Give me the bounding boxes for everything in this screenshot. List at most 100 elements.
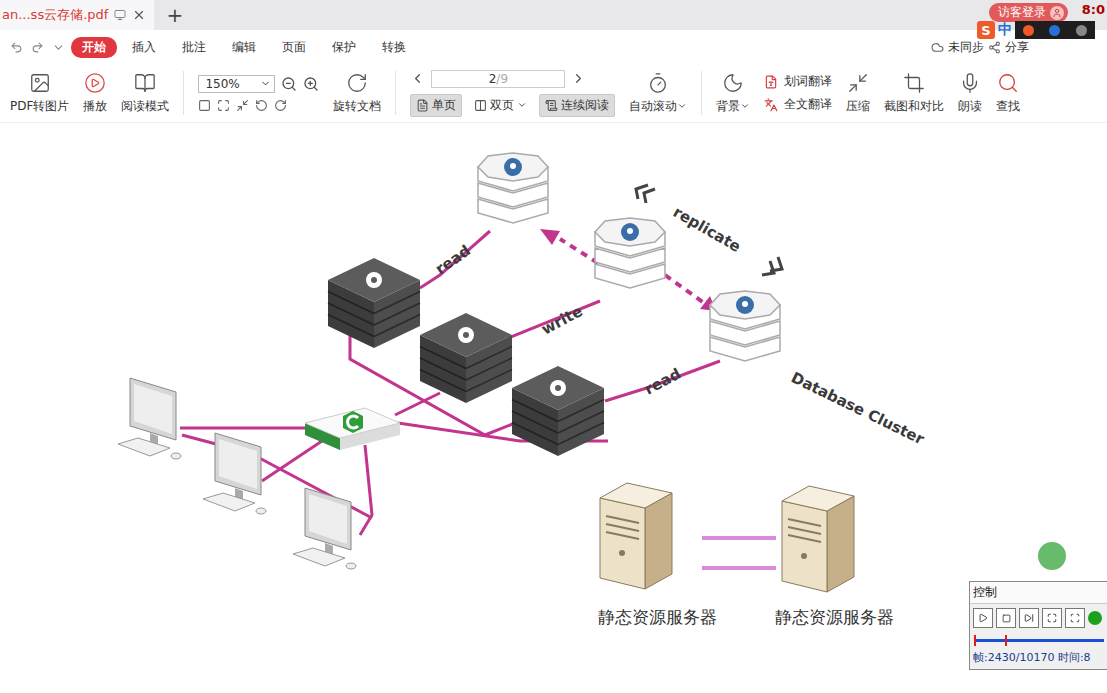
tool-button[interactable]: 朗读 (958, 72, 982, 115)
link-line (702, 536, 776, 540)
tool-icon (997, 72, 1019, 94)
ime-dot-icon (1023, 25, 1034, 36)
edge-label: replicate (670, 203, 744, 256)
moon-icon (722, 72, 744, 94)
new-tab-button[interactable]: + (154, 0, 195, 30)
translate-icon (764, 98, 778, 112)
share-icon (988, 41, 1001, 54)
player-control: 控制帧:2430/10170 时间:8 (969, 581, 1107, 670)
tool-button[interactable]: 压缩 (846, 72, 870, 115)
server-label: 静态资源服务器 (775, 607, 894, 627)
fit-icon[interactable] (274, 99, 287, 112)
zoom-out-icon[interactable] (281, 76, 297, 92)
view-icon (416, 99, 429, 112)
wps-pdf-window: an...ss云存储.pdf+ 访客登录 8:0 S中开始插入批注编辑页面保护转换 未同… (0, 0, 1107, 693)
tool-button[interactable]: 查找 (996, 72, 1020, 115)
undo-icon[interactable] (8, 41, 25, 54)
server-icon (328, 258, 420, 348)
translate-group: 划词翻译全文翻译 (764, 73, 832, 113)
user-icon (1050, 6, 1064, 20)
document-tab[interactable]: an...ss云存储.pdf (0, 0, 154, 30)
translate-button[interactable]: 划词翻译 (764, 73, 832, 90)
menu-item[interactable]: 转换 (371, 37, 417, 58)
fit-icon[interactable] (217, 99, 230, 112)
tool-button[interactable]: PDF转图片 (10, 72, 69, 115)
auto-scroll-button[interactable]: 自动滚动 (629, 72, 687, 115)
ime-dot-icon (1076, 25, 1087, 36)
tool-button[interactable]: 阅读模式 (121, 72, 169, 115)
computer-icon (293, 488, 356, 569)
rotate-button[interactable]: 旋转文档 (333, 72, 381, 115)
slider-thumb[interactable] (1005, 635, 1007, 646)
menu-bar: 开始插入批注编辑页面保护转换 未同步 分享 (0, 30, 1107, 64)
computer-icon (118, 378, 181, 459)
ime-toolbar[interactable]: S中 (977, 20, 1095, 40)
step-button[interactable] (1019, 608, 1039, 628)
progress-slider[interactable] (974, 634, 1104, 646)
database-icon (595, 218, 665, 288)
login-button[interactable]: 访客登录 (989, 3, 1068, 22)
frame-readout: 帧:2430/10170 时间:8 (970, 648, 1107, 669)
tool-button[interactable]: 截图和对比 (884, 72, 944, 115)
tool-icon (29, 72, 51, 94)
dropdown-icon (517, 100, 527, 110)
play-button[interactable] (973, 608, 993, 628)
full-button[interactable] (1065, 608, 1085, 628)
stop-button[interactable] (996, 608, 1016, 628)
translate-button[interactable]: 全文翻译 (764, 96, 832, 113)
menu-item[interactable]: 页面 (271, 37, 317, 58)
zoom-select[interactable]: 150% (198, 75, 275, 93)
monitor-icon (114, 9, 126, 21)
scroll-icon (647, 72, 669, 94)
zoom-in-icon[interactable] (303, 76, 319, 92)
cursor-icon (1038, 542, 1066, 570)
fit-icon[interactable] (198, 99, 211, 112)
menu-item[interactable]: 保护 (321, 37, 367, 58)
clock: 8:0 (1082, 2, 1105, 17)
word-translate-icon (764, 75, 778, 89)
tab-bar: an...ss云存储.pdf+ 访客登录 8:0 (0, 0, 1107, 30)
ime-dot-icon (1049, 25, 1060, 36)
view-button[interactable]: 单页 (410, 94, 462, 117)
ime-panel (1015, 21, 1095, 39)
cluster-label: Database Cluster (788, 368, 927, 448)
server-icon (512, 366, 604, 456)
rotate-icon (346, 72, 368, 94)
server-label: 静态资源服务器 (598, 607, 717, 627)
view-button[interactable]: 连续阅读 (539, 94, 615, 117)
menu-item[interactable]: 插入 (121, 37, 167, 58)
fit-icon[interactable] (255, 99, 268, 112)
pdf-page: readwritereadreplicateDatabase Cluster静态… (0, 123, 1107, 693)
tool-icon (134, 72, 156, 94)
page-input[interactable]: 2/9 (431, 70, 565, 88)
tool-icon (847, 72, 869, 94)
fit-icon[interactable] (236, 99, 249, 112)
network-lines (180, 231, 720, 535)
view-icon (474, 99, 487, 112)
tool-button[interactable]: 播放 (83, 72, 107, 115)
prev-page-icon[interactable] (410, 71, 425, 86)
background-button[interactable]: 背景 (716, 72, 750, 115)
edge-label: write (538, 302, 585, 338)
view-button[interactable]: 双页 (468, 94, 533, 117)
share-button[interactable]: 分享 (1005, 39, 1029, 56)
menu-item[interactable]: 开始 (71, 37, 117, 58)
next-page-icon[interactable] (571, 71, 586, 86)
redo-icon[interactable] (29, 41, 46, 54)
tool-icon (959, 72, 981, 94)
zoom-group: 150% (198, 75, 319, 112)
sync-status[interactable]: 未同步 (948, 39, 984, 56)
close-icon[interactable] (132, 8, 146, 22)
menu-item[interactable]: 批注 (171, 37, 217, 58)
page-group: 2/9 单页双页连续阅读 (410, 70, 615, 117)
static-server-icon (782, 486, 854, 592)
control-title: 控制 (970, 582, 1107, 604)
menu-item[interactable]: 编辑 (221, 37, 267, 58)
fit-button[interactable] (1042, 608, 1062, 628)
tool-icon (84, 72, 106, 94)
load-balancer-icon (305, 408, 400, 450)
go-icon[interactable] (1088, 611, 1102, 625)
view-icon (545, 99, 558, 112)
dropdown-icon[interactable] (50, 41, 67, 54)
arrow-icon (540, 229, 560, 245)
